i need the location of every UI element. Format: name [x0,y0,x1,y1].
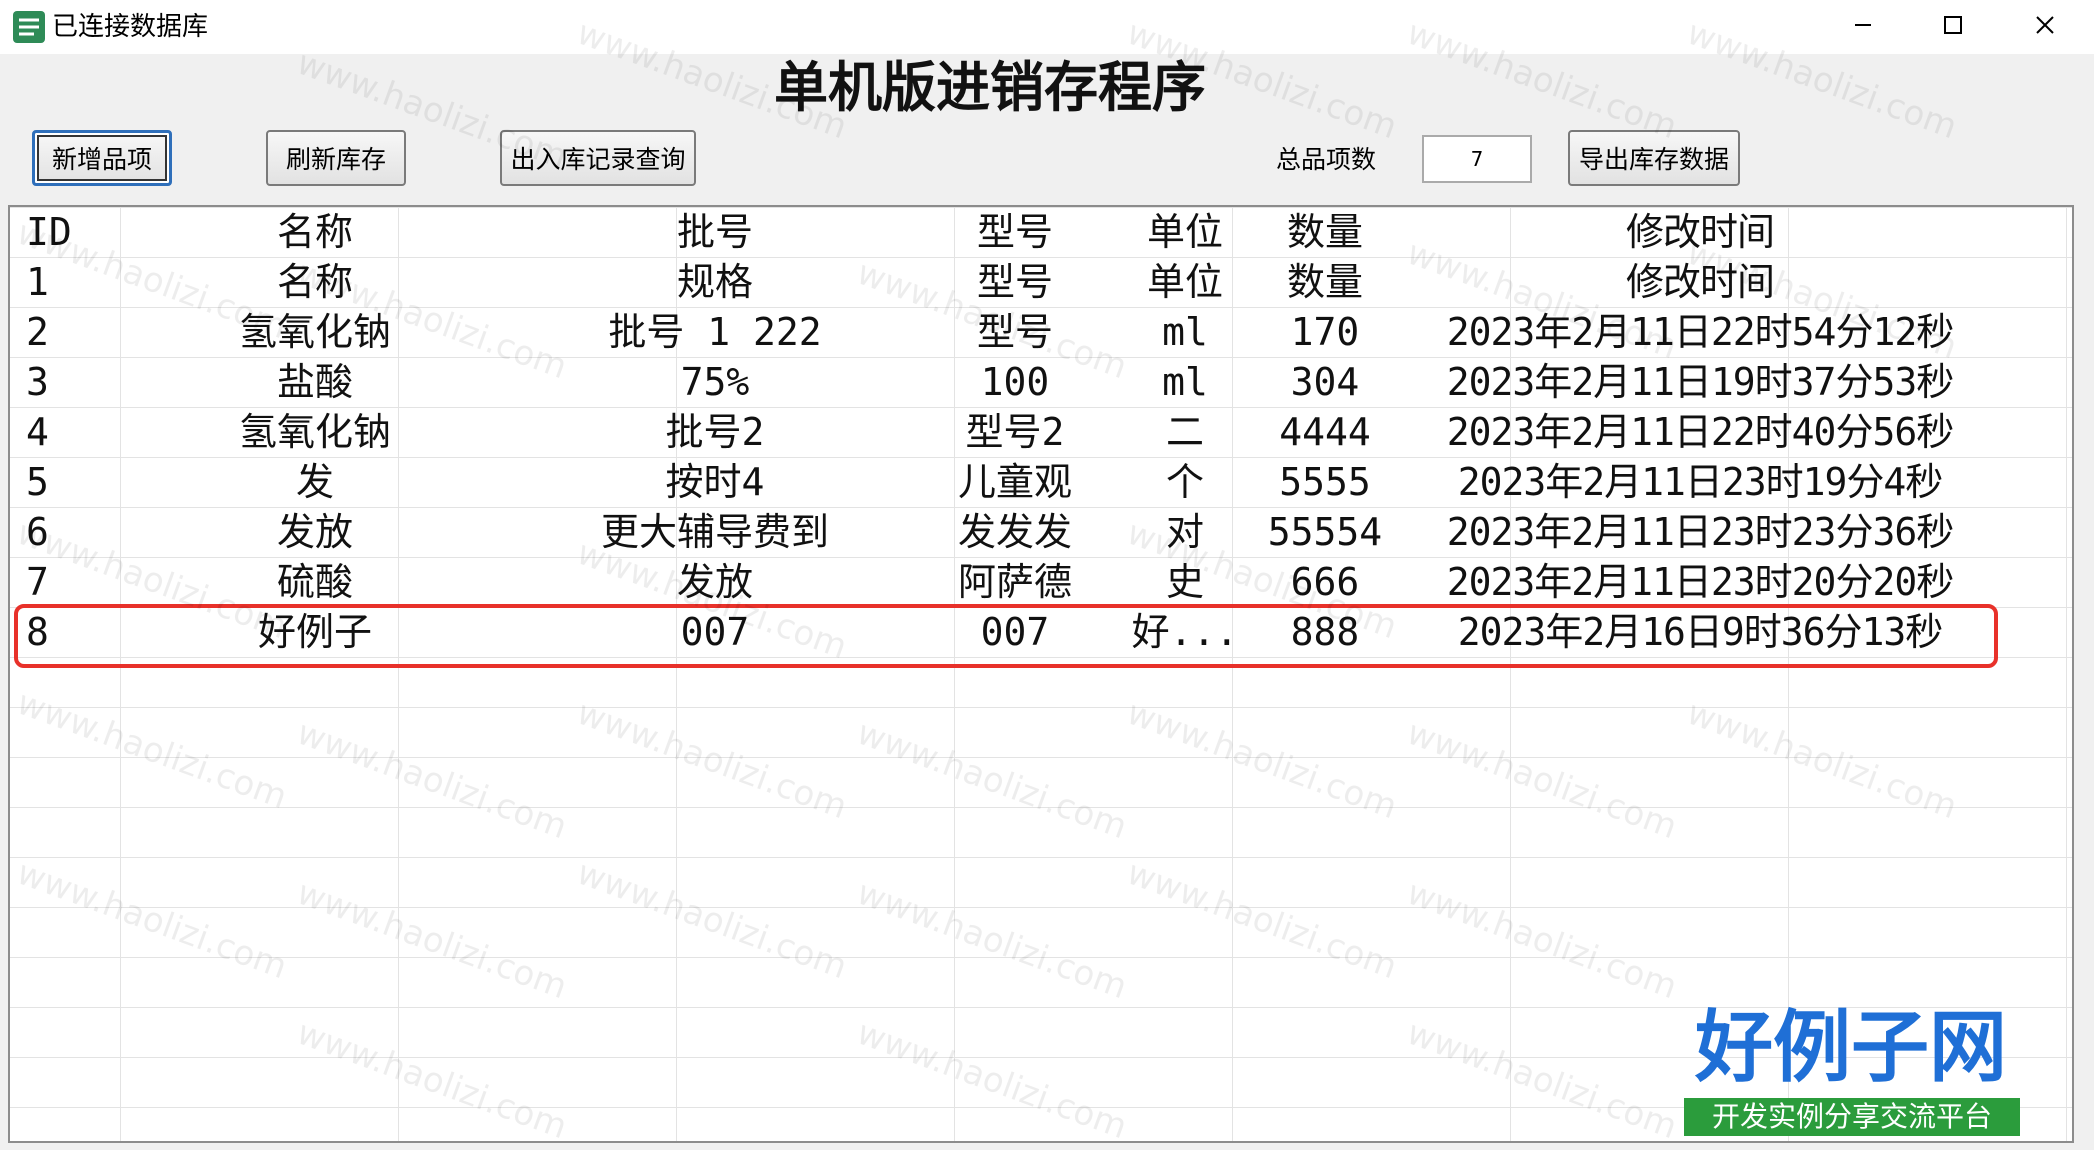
cell-model[interactable]: 发发发 [915,507,1115,557]
cell-quantity[interactable]: 304 [1255,357,1395,407]
cell-batch[interactable]: 按时4 [515,457,915,507]
cell-batch[interactable]: 007 [515,607,915,657]
cell-model[interactable]: 型号 [915,257,1115,307]
logo-title: 好例子网 [1694,1002,2007,1093]
cell-quantity[interactable]: 170 [1255,307,1395,357]
cell-id[interactable]: 4 [26,407,116,457]
cell-id[interactable]: 8 [26,607,116,657]
cell-unit[interactable]: ml [1115,357,1255,407]
logo-subtitle: 开发实例分享交流平台 [1684,1098,2020,1136]
total-items-label: 总品项数 [1276,145,1377,174]
cell-id[interactable]: 2 [26,307,116,357]
cell-unit[interactable]: 个 [1115,457,1255,507]
cell-id[interactable]: 7 [26,557,116,607]
cell-name[interactable]: 硫酸 [115,557,515,607]
cell-batch[interactable]: 75% [515,357,915,407]
column-header[interactable]: 批号 [515,207,915,257]
cell-id[interactable]: 3 [26,357,116,407]
cell-quantity[interactable]: 55554 [1255,507,1395,557]
cell-model[interactable]: 阿萨德 [915,557,1115,607]
cell-modified-time[interactable]: 2023年2月11日23时19分4秒 [1395,457,2005,507]
cell-name[interactable]: 氢氧化钠 [115,407,515,457]
cell-name[interactable]: 发 [115,457,515,507]
cell-name[interactable]: 盐酸 [115,357,515,407]
column-header[interactable]: ID [26,207,116,257]
cell-unit[interactable]: 好... [1115,607,1255,657]
table-row-selected[interactable]: 8 好例子 007 007 好... 888 2023年2月16日9时36分13… [10,607,2072,657]
table-row[interactable]: 4 氢氧化钠 批号2 型号2 二 4444 2023年2月11日22时40分56… [10,407,2072,457]
cell-batch[interactable]: 发放 [515,557,915,607]
cell-model[interactable]: 100 [915,357,1115,407]
cell-modified-time[interactable]: 2023年2月11日22时40分56秒 [1395,407,2005,457]
cell-unit[interactable]: 单位 [1115,257,1255,307]
cell-batch[interactable]: 更大辅导费到 [515,507,915,557]
cell-modified-time[interactable]: 2023年2月11日23时23分36秒 [1395,507,2005,557]
records-query-button[interactable]: 出入库记录查询 [500,130,696,186]
add-item-button[interactable]: 新增品项 [32,130,172,186]
column-header[interactable]: 修改时间 [1395,207,2005,257]
close-icon [2036,16,2054,34]
cell-unit[interactable]: 史 [1115,557,1255,607]
cell-batch[interactable]: 批号2 [515,407,915,457]
cell-quantity[interactable]: 数量 [1255,257,1395,307]
table-row[interactable]: 5 发 按时4 儿童观 个 5555 2023年2月11日23时19分4秒 [10,457,2072,507]
cell-name[interactable]: 氢氧化钠 [115,307,515,357]
export-inventory-button[interactable]: 导出库存数据 [1568,130,1740,186]
cell-id[interactable]: 6 [26,507,116,557]
cell-name[interactable]: 名称 [115,257,515,307]
title-bar: 已连接数据库 [0,0,2094,54]
column-header[interactable]: 名称 [115,207,515,257]
column-header[interactable]: 型号 [915,207,1115,257]
cell-modified-time[interactable]: 修改时间 [1395,257,2005,307]
cell-model[interactable]: 儿童观 [915,457,1115,507]
header-row: ID 名称 批号 型号 单位 数量 修改时间 [10,207,2072,257]
cell-unit[interactable]: ml [1115,307,1255,357]
cell-id[interactable]: 5 [26,457,116,507]
cell-quantity[interactable]: 4444 [1255,407,1395,457]
cell-modified-time[interactable]: 2023年2月11日22时54分12秒 [1395,307,2005,357]
site-logo: 好例子网 开发实例分享交流平台 [1676,1000,2026,1140]
refresh-inventory-button[interactable]: 刷新库存 [266,130,406,186]
cell-model[interactable]: 007 [915,607,1115,657]
cell-batch[interactable]: 规格 [515,257,915,307]
cell-modified-time[interactable]: 2023年2月16日9时36分13秒 [1395,607,2005,657]
app-icon [12,10,46,44]
table-row[interactable]: 6 发放 更大辅导费到 发发发 对 55554 2023年2月11日23时23分… [10,507,2072,557]
cell-batch[interactable]: 批号 1 222 [515,307,915,357]
minimize-icon [1855,24,1871,26]
cell-name[interactable]: 发放 [115,507,515,557]
close-button[interactable] [2000,0,2090,50]
minimize-button[interactable] [1818,0,1908,50]
total-items-field[interactable]: 7 [1422,135,1532,183]
cell-quantity[interactable]: 666 [1255,557,1395,607]
maximize-button[interactable] [1908,0,1998,50]
cell-unit[interactable]: 对 [1115,507,1255,557]
maximize-icon [1944,16,1962,34]
table-row[interactable]: 3 盐酸 75% 100 ml 304 2023年2月11日19时37分53秒 [10,357,2072,407]
table-row[interactable]: 1 名称 规格 型号 单位 数量 修改时间 [10,257,2072,307]
cell-unit[interactable]: 二 [1115,407,1255,457]
cell-modified-time[interactable]: 2023年2月11日23时20分20秒 [1395,557,2005,607]
cell-quantity[interactable]: 5555 [1255,457,1395,507]
column-header[interactable]: 单位 [1115,207,1255,257]
cell-modified-time[interactable]: 2023年2月11日19时37分53秒 [1395,357,2005,407]
cell-model[interactable]: 型号2 [915,407,1115,457]
cell-model[interactable]: 型号 [915,307,1115,357]
cell-id[interactable]: 1 [26,257,116,307]
page-title: 单机版进销存程序 [774,55,1206,119]
table-row[interactable]: 7 硫酸 发放 阿萨德 史 666 2023年2月11日23时20分20秒 [10,557,2072,607]
column-header[interactable]: 数量 [1255,207,1395,257]
cell-quantity[interactable]: 888 [1255,607,1395,657]
cell-name[interactable]: 好例子 [115,607,515,657]
table-row[interactable]: 2 氢氧化钠 批号 1 222 型号 ml 170 2023年2月11日22时5… [10,307,2072,357]
window-title: 已连接数据库 [52,12,209,42]
